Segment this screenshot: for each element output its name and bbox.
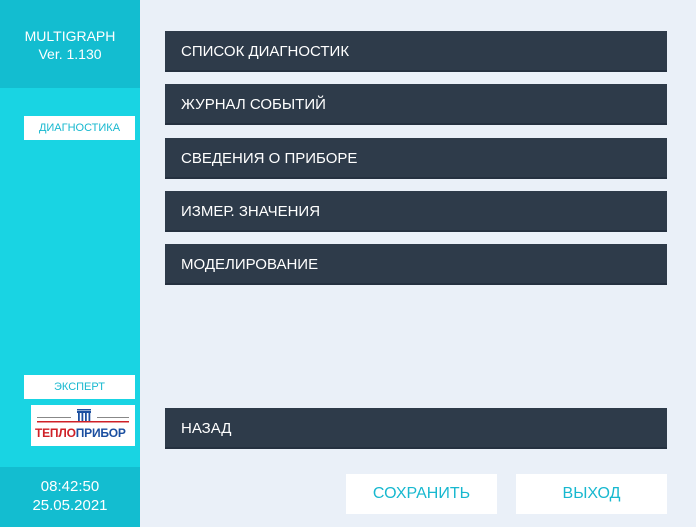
expert-mode-button[interactable]: ЭКСПЕРТ bbox=[24, 375, 135, 399]
save-button[interactable]: СОХРАНИТЬ bbox=[346, 474, 497, 514]
exit-button[interactable]: ВЫХОД bbox=[516, 474, 667, 514]
menu-event-log-button[interactable]: ЖУРНАЛ СОБЫТИЙ bbox=[165, 84, 667, 125]
clock-date: 25.05.2021 bbox=[32, 497, 108, 514]
diagnostics-mode-button[interactable]: ДИАГНОСТИКА bbox=[24, 116, 135, 140]
teplopribor-logo: ТЕПЛОПРИБОР bbox=[31, 405, 135, 446]
sidebar: MULTIGRAPH Ver. 1.130 ДИАГНОСТИКА ЭКСПЕР… bbox=[0, 0, 140, 527]
app-header: MULTIGRAPH Ver. 1.130 bbox=[0, 0, 140, 88]
logo-emblem bbox=[37, 409, 129, 423]
clock-time: 08:42:50 bbox=[40, 478, 100, 495]
menu-measured-values-button[interactable]: ИЗМЕР. ЗНАЧЕНИЯ bbox=[165, 191, 667, 232]
logo-wordmark: ТЕПЛОПРИБОР bbox=[35, 426, 126, 440]
back-button[interactable]: НАЗАД bbox=[165, 408, 667, 449]
clock-panel: 08:42:50 25.05.2021 bbox=[0, 467, 140, 527]
app-version: Ver. 1.130 bbox=[38, 46, 102, 62]
menu-modeling-button[interactable]: МОДЕЛИРОВАНИЕ bbox=[165, 244, 667, 285]
menu-device-info-button[interactable]: СВЕДЕНИЯ О ПРИБОРЕ bbox=[165, 138, 667, 179]
menu-diagnostics-list-button[interactable]: СПИСОК ДИАГНОСТИК bbox=[165, 31, 667, 72]
app-name: MULTIGRAPH bbox=[24, 28, 116, 44]
